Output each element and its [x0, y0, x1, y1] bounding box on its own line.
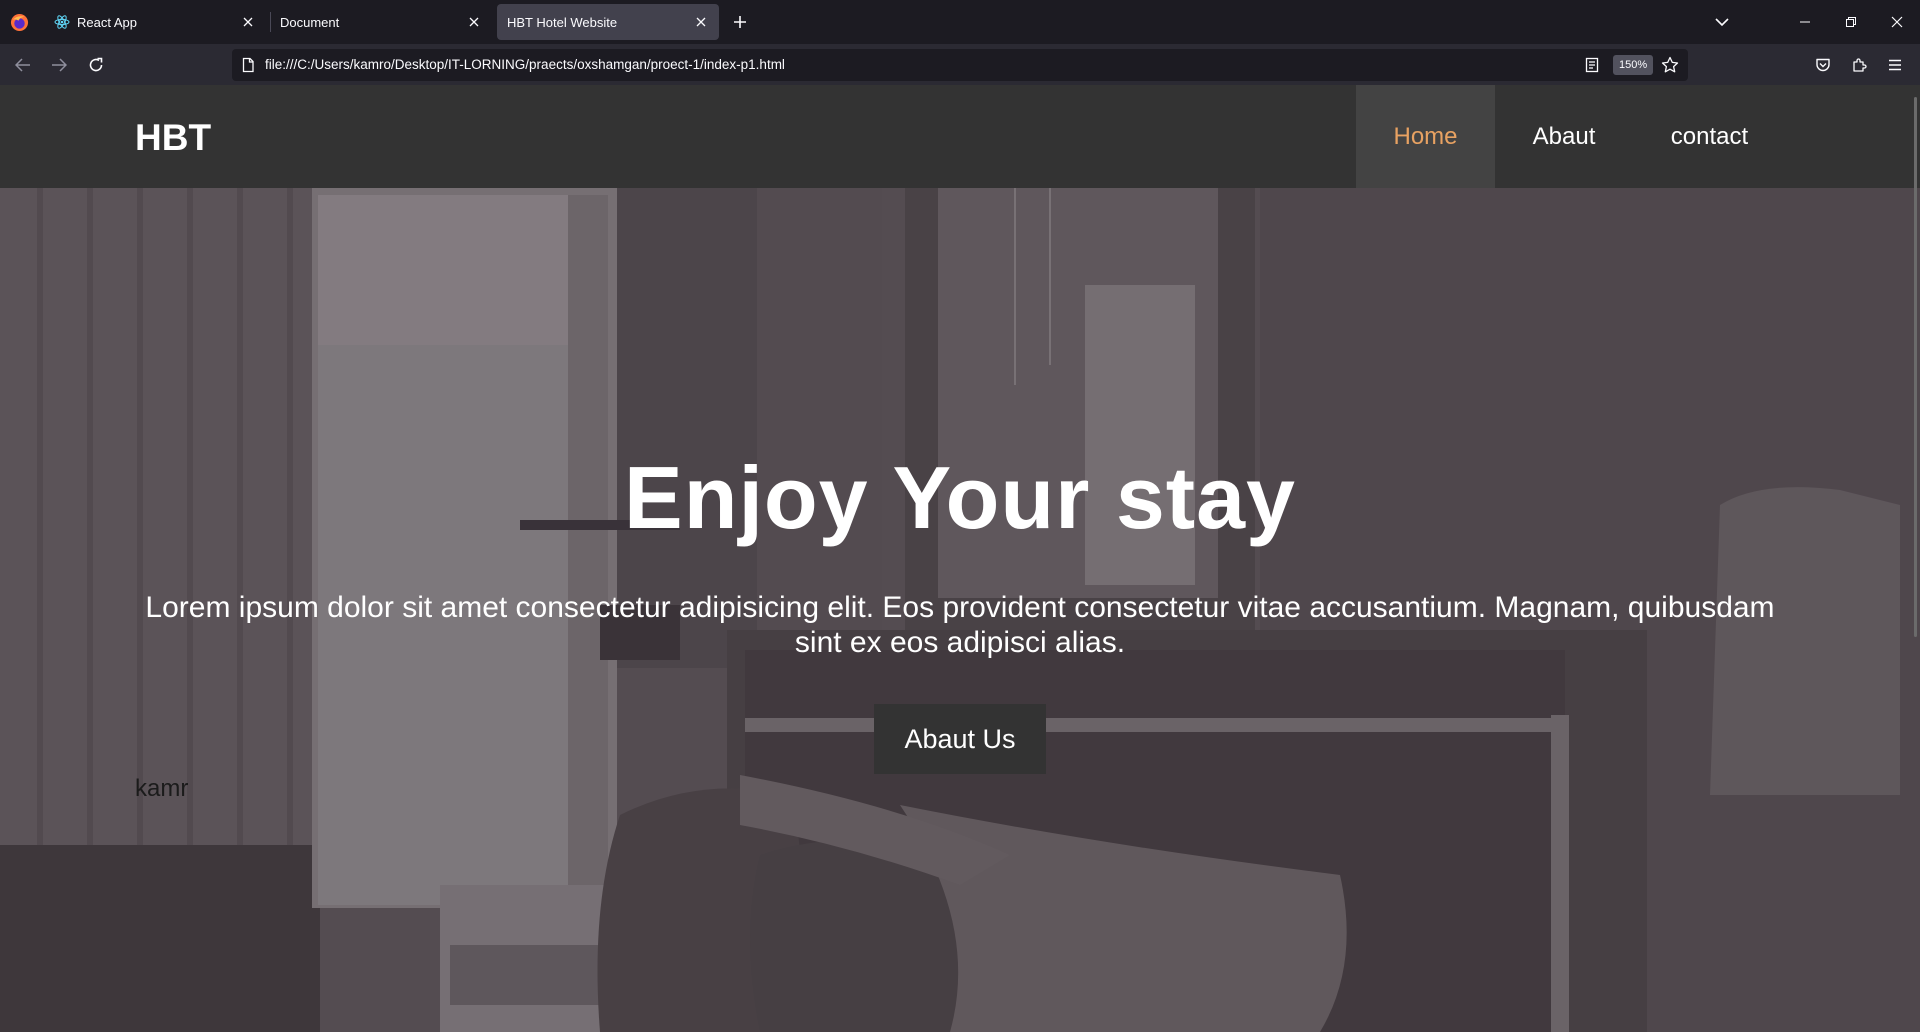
side-note-text: kamr [135, 775, 189, 802]
url-text[interactable]: file:///C:/Users/kamro/Desktop/IT-LORNIN… [265, 57, 785, 72]
forward-arrow-icon[interactable] [46, 52, 72, 78]
pocket-icon[interactable] [1810, 52, 1836, 78]
close-icon[interactable] [462, 10, 486, 34]
reload-icon[interactable] [83, 52, 109, 78]
site-logo-text[interactable]: HBT [135, 117, 211, 159]
nav-link-abaut[interactable]: Abaut [1495, 85, 1633, 188]
page-scrollbar[interactable] [1914, 97, 1917, 637]
hero-description: Lorem ipsum dolor sit amet consectetur a… [145, 591, 1775, 659]
close-icon[interactable] [689, 10, 713, 34]
page-icon [242, 57, 254, 73]
about-us-button[interactable]: Abaut Us [874, 704, 1046, 774]
new-tab-plus-icon[interactable] [728, 10, 752, 34]
bookmark-star-icon[interactable] [1660, 55, 1680, 75]
tab-title: Document [280, 14, 340, 30]
tab-title: React App [77, 14, 137, 30]
hotel-room-background-image [0, 85, 1920, 1032]
page-viewport: HBT Home Abaut contact Enjoy Your stay L… [0, 85, 1920, 1032]
chevron-down-icon[interactable] [1710, 10, 1734, 34]
browser-tab-strip: React App Document HBT Hotel Website [0, 0, 1920, 44]
window-close-icon[interactable] [1874, 0, 1920, 44]
hero-title: Enjoy Your stay [624, 448, 1296, 547]
zoom-level-badge[interactable]: 150% [1613, 55, 1654, 75]
hamburger-menu-icon[interactable] [1882, 52, 1908, 78]
close-icon[interactable] [236, 10, 260, 34]
tab-document[interactable]: Document [270, 4, 492, 40]
site-header: HBT Home Abaut contact [0, 85, 1920, 188]
minimize-icon[interactable] [1782, 0, 1828, 44]
restore-icon[interactable] [1828, 0, 1874, 44]
firefox-logo-icon[interactable] [10, 13, 29, 32]
extensions-icon[interactable] [1846, 52, 1872, 78]
back-arrow-icon[interactable] [10, 52, 36, 78]
browser-nav-bar: file:///C:/Users/kamro/Desktop/IT-LORNIN… [0, 44, 1920, 85]
tab-react-app[interactable]: React App [44, 4, 266, 40]
nav-link-home[interactable]: Home [1356, 85, 1495, 188]
tab-hbt-hotel-website[interactable]: HBT Hotel Website [497, 4, 719, 40]
reader-view-icon[interactable] [1582, 55, 1602, 75]
react-icon [54, 14, 70, 30]
nav-link-contact[interactable]: contact [1633, 85, 1786, 188]
address-bar[interactable]: file:///C:/Users/kamro/Desktop/IT-LORNIN… [232, 49, 1688, 81]
tab-title: HBT Hotel Website [507, 14, 618, 30]
